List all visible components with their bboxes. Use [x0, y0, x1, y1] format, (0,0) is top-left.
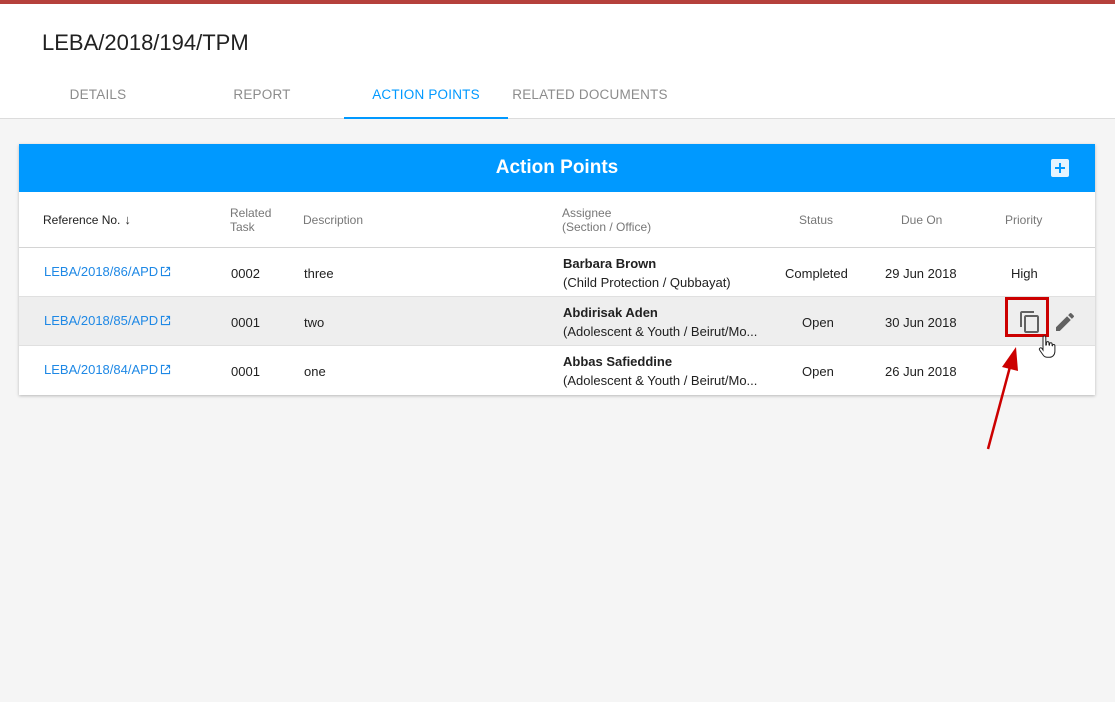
table-row[interactable]: LEBA/2018/85/APD 0001 two Abdirisak Aden…: [19, 297, 1095, 346]
assignee-cell: Barbara Brown (Child Protection / Qubbay…: [563, 256, 731, 290]
status-cell: Open: [802, 315, 834, 330]
due-date-cell: 29 Jun 2018: [885, 266, 957, 281]
column-reference-header[interactable]: Reference No. ↓: [43, 212, 131, 228]
assignee-office: (Adolescent & Youth / Beirut/Mo...: [563, 373, 758, 388]
tab-report[interactable]: REPORT: [180, 75, 344, 119]
edit-action-point-button[interactable]: [1053, 310, 1077, 334]
assignee-label-2: (Section / Office): [562, 220, 652, 234]
column-related-task-header[interactable]: Related Task: [230, 206, 271, 234]
tab-related-documents[interactable]: RELATED DOCUMENTS: [508, 75, 672, 119]
assignee-cell: Abdirisak Aden (Adolescent & Youth / Bei…: [563, 305, 757, 339]
description-cell: one: [304, 364, 326, 379]
related-task-cell: 0002: [231, 266, 260, 281]
annotation-arrow: [986, 347, 1018, 450]
description-cell: three: [304, 266, 334, 281]
column-status-header[interactable]: Status: [799, 213, 833, 227]
page-header: LEBA/2018/194/TPM DETAILS REPORT ACTION …: [0, 4, 1115, 119]
assignee-office: (Child Protection / Qubbayat): [563, 275, 731, 290]
related-task-cell: 0001: [231, 364, 260, 379]
assignee-name: Barbara Brown: [563, 256, 657, 271]
due-date-cell: 26 Jun 2018: [885, 364, 957, 379]
status-cell: Completed: [785, 266, 848, 281]
pencil-icon: [1056, 312, 1075, 331]
reference-cell: LEBA/2018/85/APD: [44, 313, 171, 328]
annotation-highlight-box: [1005, 297, 1049, 337]
assignee-cell: Abbas Safieddine (Adolescent & Youth / B…: [563, 354, 757, 388]
column-priority-header[interactable]: Priority: [1005, 213, 1042, 227]
table-header: Reference No. ↓ Related Task Description A…: [19, 192, 1095, 248]
related-task-cell: 0001: [231, 315, 260, 330]
reference-link[interactable]: LEBA/2018/84/APD: [44, 362, 158, 377]
table-row[interactable]: LEBA/2018/86/APD 0002 three Barbara Brow…: [19, 248, 1095, 297]
reference-link[interactable]: LEBA/2018/85/APD: [44, 313, 158, 328]
action-points-card: Action Points Reference No. ↓ Related Task…: [19, 144, 1095, 395]
assignee-name: Abdirisak Aden: [563, 305, 658, 320]
tab-bar: DETAILS REPORT ACTION POINTS RELATED DOC…: [0, 75, 700, 119]
reference-link[interactable]: LEBA/2018/86/APD: [44, 264, 158, 279]
page-title: LEBA/2018/194/TPM: [42, 30, 249, 55]
open-in-new-icon[interactable]: [160, 315, 171, 326]
status-cell: Open: [802, 364, 834, 379]
assignee-name: Abbas Safieddine: [563, 354, 673, 369]
assignee-label-1: Assignee: [562, 206, 612, 220]
hand-pointer-icon: [1038, 335, 1056, 358]
related-task-label-2: Task: [230, 220, 255, 234]
reference-cell: LEBA/2018/86/APD: [44, 264, 171, 279]
column-description-header[interactable]: Description: [303, 213, 363, 227]
column-assignee-header[interactable]: Assignee (Section / Office): [562, 206, 651, 234]
arrow-down-icon: ↓: [124, 212, 131, 227]
column-reference-label: Reference No.: [43, 213, 121, 227]
reference-cell: LEBA/2018/84/APD: [44, 362, 171, 377]
related-task-label-1: Related: [230, 206, 272, 220]
column-due-on-header[interactable]: Due On: [901, 213, 942, 227]
priority-cell: High: [1011, 266, 1038, 281]
open-in-new-icon[interactable]: [160, 266, 171, 277]
assignee-office: (Adolescent & Youth / Beirut/Mo...: [563, 324, 758, 339]
description-cell: two: [304, 315, 325, 330]
open-in-new-icon[interactable]: [160, 364, 171, 375]
tab-details[interactable]: DETAILS: [16, 75, 180, 119]
add-action-point-button[interactable]: [1051, 159, 1069, 177]
table-row[interactable]: LEBA/2018/84/APD 0001 one Abbas Safieddi…: [19, 346, 1095, 395]
tab-action-points[interactable]: ACTION POINTS: [344, 75, 508, 119]
due-date-cell: 30 Jun 2018: [885, 315, 957, 330]
card-title: Action Points: [495, 157, 619, 178]
card-header: Action Points: [19, 144, 1095, 192]
